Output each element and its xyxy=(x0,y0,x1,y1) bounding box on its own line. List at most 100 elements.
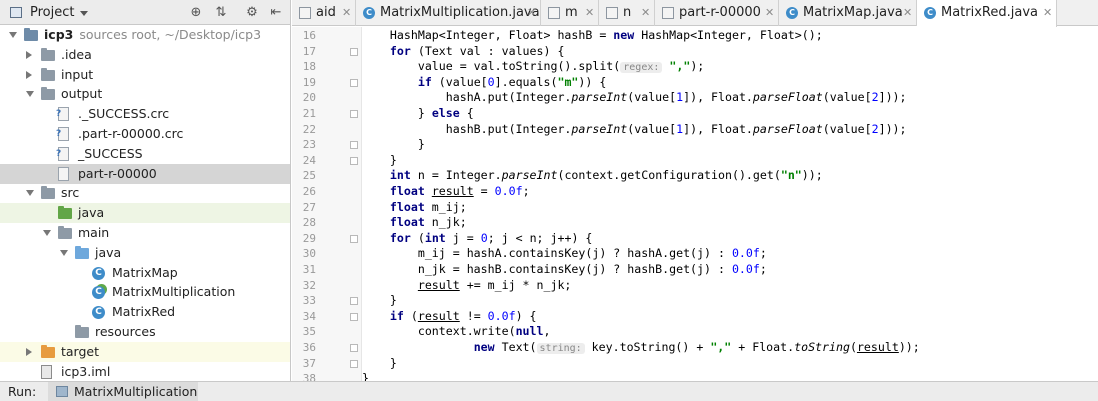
tree-item-icp3-iml[interactable]: icp3.iml xyxy=(0,362,290,381)
tree-item-label: input xyxy=(61,66,94,82)
hide-panel-icon[interactable]: ⇤ xyxy=(268,5,284,21)
code-line: n_jk = hashB.containsKey(j) ? hashB.get(… xyxy=(362,262,767,276)
project-view-icon xyxy=(10,7,22,18)
code-line: context.write(null, xyxy=(362,324,551,339)
folder-icon xyxy=(58,226,72,239)
fold-marker-icon[interactable] xyxy=(350,344,358,352)
close-icon[interactable]: ✕ xyxy=(641,0,650,26)
editor-tab-m[interactable]: m ✕ xyxy=(541,0,599,26)
tree-item-idea[interactable]: .idea xyxy=(0,45,290,65)
editor-tab-matrixred-java[interactable]: C MatrixRed.java ✕ xyxy=(917,0,1057,27)
tree-item-part-r-00000[interactable]: part-r-00000 xyxy=(0,163,290,184)
editor-tab-matrixmap-java[interactable]: C MatrixMap.java ✕ xyxy=(779,0,917,26)
line-number: 23 xyxy=(302,138,316,152)
editor-tab-label: m xyxy=(565,5,578,20)
gear-icon[interactable]: ⚙ xyxy=(244,5,260,21)
collapse-all-icon[interactable]: ⇅ xyxy=(213,5,229,21)
run-tool-bar: Run: MatrixMultiplication xyxy=(0,381,1098,401)
code-line: HashMap<Integer, Float> hashB = new Hash… xyxy=(362,28,823,42)
editor-tab-part-r-00000[interactable]: part-r-00000 ✕ xyxy=(655,0,779,26)
code-line: } xyxy=(362,355,397,370)
line-number: 30 xyxy=(302,247,316,261)
code-line: value = val.toString().split(regex: ",")… xyxy=(362,59,705,74)
line-number: 20 xyxy=(302,91,316,105)
code-line: result += m_ij * n_jk; xyxy=(417,277,572,292)
editor-tab-matrixmultiplication-java[interactable]: C MatrixMultiplication.java ✕ xyxy=(356,0,541,26)
close-icon[interactable]: ✕ xyxy=(527,0,536,26)
line-number: 18 xyxy=(302,60,316,74)
editor-tab-label: n xyxy=(623,5,632,20)
line-number: 26 xyxy=(302,185,316,198)
fold-marker-icon[interactable] xyxy=(350,359,358,368)
line-number: 27 xyxy=(302,200,316,214)
file-icon xyxy=(548,7,560,19)
collapsed-arrow-icon[interactable] xyxy=(26,347,32,356)
tree-item-matrixred[interactable]: C MatrixRed xyxy=(0,302,290,322)
tree-item-icp3[interactable]: icp3 sources root, ~/Desktop/icp3 xyxy=(0,25,290,45)
close-icon[interactable]: ✕ xyxy=(765,0,774,26)
expanded-arrow-icon[interactable] xyxy=(43,230,51,236)
close-icon[interactable]: ✕ xyxy=(903,0,912,26)
tree-item-label: src xyxy=(61,185,80,201)
folder-icon xyxy=(41,47,55,61)
line-number: 34 xyxy=(302,309,316,323)
project-panel-title[interactable]: Project xyxy=(30,5,74,20)
expanded-arrow-icon[interactable] xyxy=(60,249,68,256)
close-icon[interactable]: ✕ xyxy=(342,0,351,26)
line-number: 17 xyxy=(302,44,316,58)
run-tab[interactable]: MatrixMultiplication xyxy=(48,382,198,401)
line-number: 29 xyxy=(302,231,316,245)
close-icon[interactable]: ✕ xyxy=(585,0,594,26)
tree-item-label: MatrixMultiplication xyxy=(112,284,236,300)
editor-gutter: 16 17 18 19 20 21 22 23 24 25 26 27 28 29 30 31 32 33 34 35… xyxy=(292,27,362,381)
tree-item-resources[interactable]: resources xyxy=(0,322,290,342)
folder-icon xyxy=(41,87,55,101)
tree-item-success-crc[interactable]: ._SUCCESS.crc xyxy=(0,104,290,124)
fold-marker-icon[interactable] xyxy=(350,297,358,306)
fold-marker-icon[interactable] xyxy=(350,141,358,150)
tree-item-input[interactable]: input xyxy=(0,65,290,85)
tree-item-matrixmultiplication[interactable]: C MatrixMultiplication xyxy=(0,282,290,302)
tree-item-success[interactable]: _SUCCESS xyxy=(0,144,290,164)
fold-marker-icon[interactable] xyxy=(350,234,358,243)
fold-marker-icon[interactable] xyxy=(350,312,358,321)
tree-item-target[interactable]: target xyxy=(0,341,290,362)
close-icon[interactable]: ✕ xyxy=(1043,0,1052,26)
tree-item-main[interactable]: main xyxy=(0,223,290,243)
collapsed-arrow-icon[interactable] xyxy=(26,70,32,79)
fold-marker-icon[interactable] xyxy=(350,156,358,165)
project-panel: Project ⊕ ⇅ ⚙ ⇤ icp3 sources root, ~/Desk… xyxy=(0,0,291,381)
sources-folder-icon xyxy=(75,245,89,259)
tree-item-java[interactable]: java xyxy=(0,203,290,224)
fold-marker-icon[interactable] xyxy=(350,47,358,56)
tree-item-matrixmap[interactable]: C MatrixMap xyxy=(0,263,290,283)
tree-item-src[interactable]: src xyxy=(0,183,290,203)
fold-marker-icon[interactable] xyxy=(350,78,358,87)
expanded-arrow-icon[interactable] xyxy=(26,91,34,98)
tree-item-part-r-00000-crc[interactable]: .part-r-00000.crc xyxy=(0,124,290,144)
editor-tab-n[interactable]: n ✕ xyxy=(599,0,655,26)
module-file-icon xyxy=(41,364,52,379)
editor-tab-label: part-r-00000 xyxy=(679,5,761,20)
unknown-file-icon xyxy=(56,144,69,164)
code-line: } xyxy=(362,152,397,167)
expanded-arrow-icon[interactable] xyxy=(26,190,34,197)
tree-item-hint: sources root, ~/Desktop/icp3 xyxy=(79,27,262,42)
line-number: 19 xyxy=(302,75,316,89)
tree-item-java[interactable]: java xyxy=(0,243,290,263)
line-number: 31 xyxy=(302,263,316,276)
test-sources-folder-icon xyxy=(58,206,72,220)
fold-marker-icon[interactable] xyxy=(350,110,358,118)
line-number: 22 xyxy=(302,122,316,136)
code-editor[interactable]: 16 17 18 19 20 21 22 23 24 25 26 27 28 29 30 31 32 33 34 35… xyxy=(292,27,1098,381)
expanded-arrow-icon[interactable] xyxy=(9,32,17,38)
project-view-dropdown-icon[interactable] xyxy=(80,11,88,16)
editor: aid ✕ C MatrixMultiplication.java ✕ m ✕ n ✕ part-… xyxy=(292,0,1098,381)
tree-item-output[interactable]: output xyxy=(0,84,290,104)
file-icon xyxy=(606,7,618,19)
tree-item-label: java xyxy=(95,244,122,260)
locate-target-icon[interactable]: ⊕ xyxy=(188,5,204,21)
collapsed-arrow-icon[interactable] xyxy=(26,50,32,59)
folder-icon xyxy=(41,186,55,200)
editor-tab-aid[interactable]: aid ✕ xyxy=(292,0,356,26)
